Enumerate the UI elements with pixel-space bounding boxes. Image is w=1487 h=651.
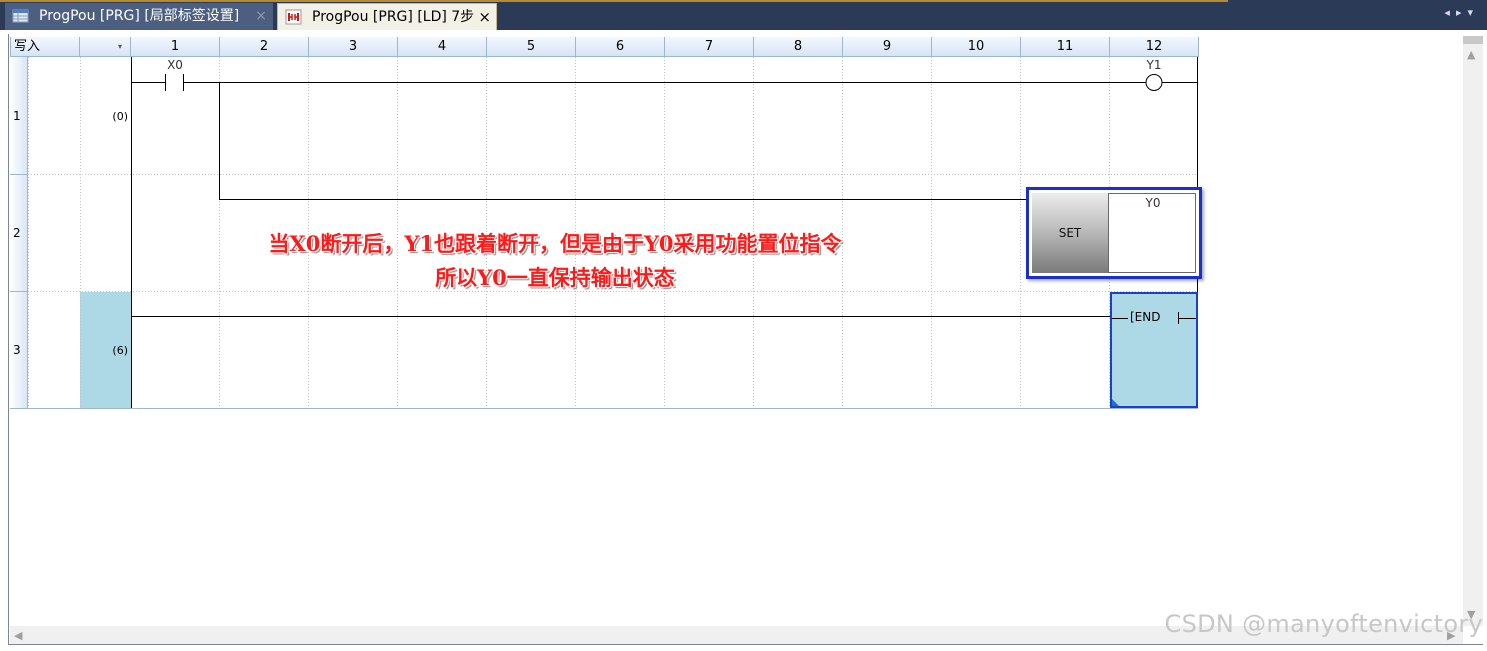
set-device-label: Y0	[1145, 196, 1161, 210]
column-header: 7	[665, 37, 754, 57]
annotation-line-1: 当X0断开后，Y1也跟着断开，但是由于Y0采用功能置位指令	[268, 231, 842, 256]
set-operand-cell: Y0	[1108, 193, 1196, 273]
watermark: CSDN @manyoftenvictory	[1164, 610, 1483, 638]
mode-dropdown-icon[interactable]: ▾	[80, 37, 131, 57]
vertical-scrollbar-thumb[interactable]	[1463, 36, 1483, 44]
column-header: 5	[487, 37, 576, 57]
row-header[interactable]: 3	[10, 292, 28, 409]
column-header: 12	[1110, 37, 1199, 57]
column-header: 6	[576, 37, 665, 57]
ladder-grid	[10, 57, 1198, 409]
row-header[interactable]: 1	[10, 57, 28, 175]
cell-corner-marker-icon	[1112, 399, 1119, 406]
scroll-up-icon[interactable]: ▲	[1467, 48, 1475, 61]
step-number: (0)	[112, 110, 128, 123]
column-header: 11	[1021, 37, 1110, 57]
coil-y1[interactable]	[1145, 74, 1163, 91]
set-instruction-label: SET	[1058, 226, 1082, 240]
scroll-left-icon[interactable]: ◀	[14, 629, 22, 642]
column-header: 10	[932, 37, 1021, 57]
contact-x0[interactable]	[131, 74, 184, 91]
column-header: 1	[131, 37, 220, 57]
column-header: 3	[309, 37, 398, 57]
set-instruction-cell[interactable]: SET Y0	[1026, 187, 1202, 279]
annotation-line-2: 所以Y0一直保持输出状态	[435, 265, 675, 290]
end-instruction-label: [END	[1128, 310, 1163, 324]
end-instruction-cell[interactable]: [END	[1110, 292, 1198, 408]
row-header[interactable]: 2	[10, 175, 28, 292]
mode-indicator: 写入	[10, 37, 80, 57]
device-label-y1: Y1	[1146, 58, 1162, 72]
column-header: 8	[754, 37, 843, 57]
vertical-scrollbar[interactable]	[1463, 36, 1483, 626]
column-header: 9	[843, 37, 932, 57]
column-header: 4	[398, 37, 487, 57]
step-number: (6)	[112, 344, 128, 357]
device-label-x0: X0	[167, 58, 183, 72]
set-instruction-button: SET	[1032, 193, 1108, 273]
column-header: 2	[220, 37, 309, 57]
